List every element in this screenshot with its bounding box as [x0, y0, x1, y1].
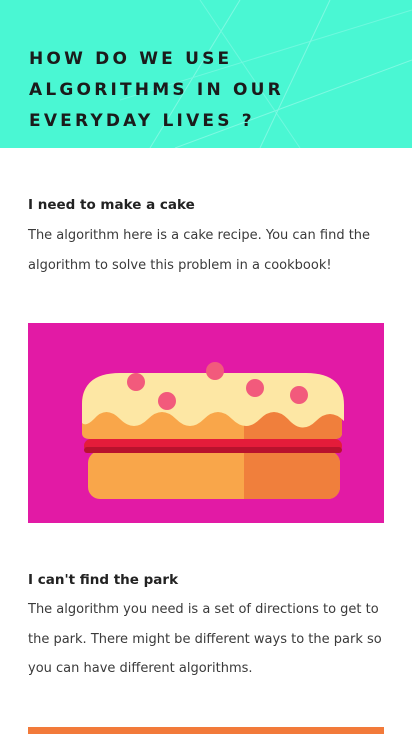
section-body-park: The algorithm you need is a set of direc…	[28, 602, 382, 676]
section-title-cake: I need to make a cake	[28, 197, 195, 213]
section-title-park: I can't find the park	[28, 572, 179, 588]
park-illustration-top	[28, 727, 384, 734]
cake-icon	[82, 362, 344, 499]
hero-banner: HOW DO WE USE ALGORITHMS IN OUR EVERYDAY…	[0, 0, 412, 148]
cake-illustration	[28, 323, 384, 523]
section-body-cake: The algorithm here is a cake recipe. You…	[28, 228, 371, 273]
page-title: HOW DO WE USE ALGORITHMS IN OUR EVERYDAY…	[29, 49, 284, 131]
